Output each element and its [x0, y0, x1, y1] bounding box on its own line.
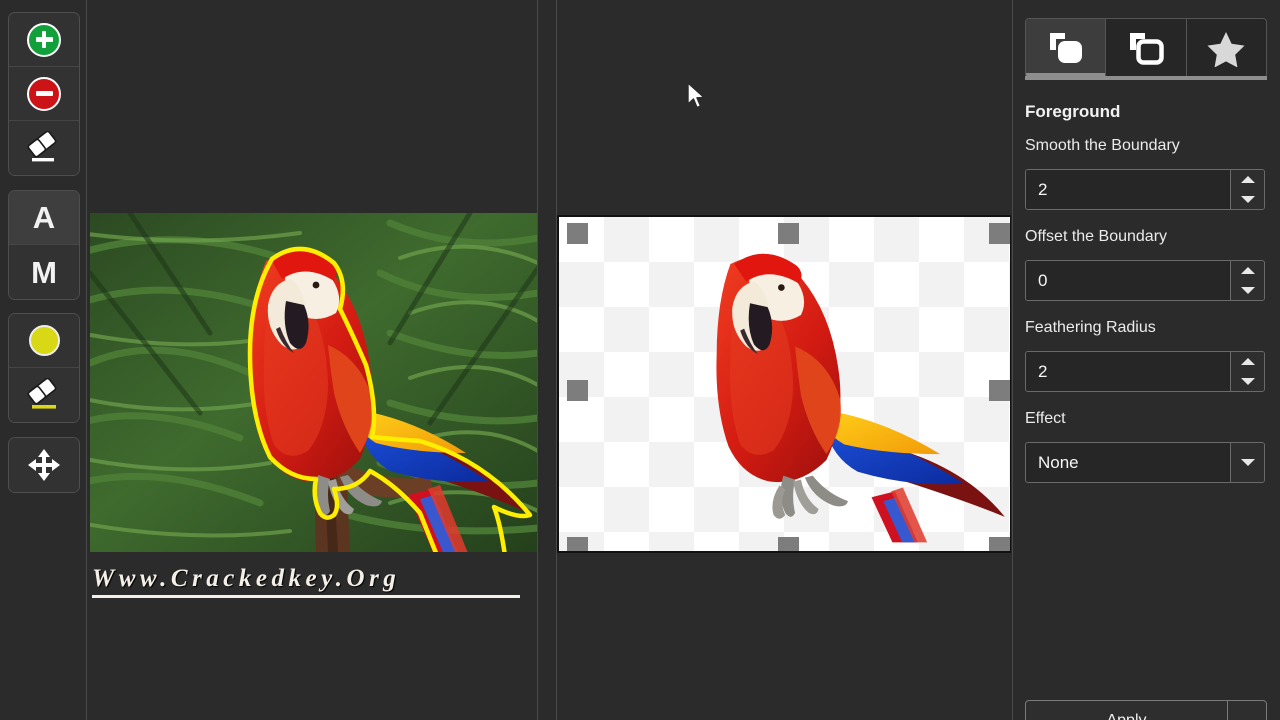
- apply-button[interactable]: Apply: [1026, 701, 1228, 720]
- source-image-canvas[interactable]: [90, 213, 537, 552]
- apply-button-row[interactable]: Apply: [1025, 700, 1267, 720]
- resize-handle-top-right[interactable]: [989, 223, 1010, 244]
- letter-a-icon: A: [32, 200, 56, 235]
- tab-foreground[interactable]: [1026, 19, 1107, 77]
- offset-the-boundary-input[interactable]: 0: [1026, 261, 1230, 300]
- chevron-down-icon: [1240, 459, 1255, 466]
- resize-handle-middle-left[interactable]: [567, 380, 588, 401]
- tab-background[interactable]: [1106, 19, 1187, 77]
- chevron-down-icon: [1240, 286, 1255, 294]
- offset-the-boundary-field[interactable]: 0: [1025, 260, 1265, 301]
- source-pane[interactable]: Www.Crackedkey.Org: [88, 0, 538, 720]
- cutout-preview-canvas[interactable]: [557, 215, 1011, 553]
- feathering-decrement-button[interactable]: [1231, 372, 1264, 392]
- offset-decrement-button[interactable]: [1231, 281, 1264, 301]
- brush-group: [8, 313, 80, 423]
- image-cutout-app: A M Www.Crackedkey.Org Foreground Smooth…: [0, 0, 1280, 720]
- offset-the-boundary-label: Offset the Boundary: [1025, 228, 1168, 245]
- smooth-the-boundary-input[interactable]: 2: [1026, 170, 1230, 209]
- effect-dropdown-toggle[interactable]: [1230, 443, 1264, 482]
- brush-eraser-button[interactable]: [9, 368, 79, 422]
- feathering-radius-input[interactable]: 2: [1026, 352, 1230, 391]
- watermark-text: Www.Crackedkey.Org: [92, 565, 520, 598]
- selection-group: [8, 12, 80, 176]
- smooth-the-boundary-label: Smooth the Boundary: [1025, 137, 1180, 154]
- resize-handle-top-left[interactable]: [567, 223, 588, 244]
- move-arrows-icon: [28, 449, 60, 481]
- feathering-increment-button[interactable]: [1231, 352, 1264, 372]
- effect-label: Effect: [1025, 410, 1066, 427]
- erase-selection-button[interactable]: [9, 121, 79, 175]
- letter-m-icon: M: [31, 254, 57, 290]
- eraser-icon: [27, 131, 57, 162]
- yellow-circle-icon: [28, 325, 60, 356]
- resize-handle-middle-right[interactable]: [989, 380, 1010, 401]
- chevron-up-icon: [1240, 358, 1255, 366]
- source-image: [90, 213, 537, 552]
- chevron-up-icon: [1240, 267, 1255, 275]
- active-tab-indicator: [1025, 76, 1267, 80]
- resize-handle-bottom-right[interactable]: [989, 537, 1010, 551]
- star-icon: [1207, 32, 1245, 67]
- effect-dropdown[interactable]: None: [1025, 442, 1265, 483]
- offset-increment-button[interactable]: [1231, 261, 1264, 281]
- feathering-radius-stepper: [1230, 352, 1264, 391]
- minus-circle-icon: [27, 76, 61, 111]
- layers-outline-icon: [1129, 33, 1164, 65]
- plus-circle-icon: [27, 22, 61, 57]
- layers-filled-icon: [1049, 33, 1082, 63]
- offset-the-boundary-stepper: [1230, 261, 1264, 300]
- left-toolbar: A M: [0, 0, 87, 720]
- feathering-radius-field[interactable]: 2: [1025, 351, 1265, 392]
- feathering-radius-label: Feathering Radius: [1025, 319, 1156, 336]
- chevron-down-icon: [1240, 377, 1255, 385]
- preview-pane[interactable]: [556, 0, 1011, 720]
- smooth-the-boundary-stepper: [1230, 170, 1264, 209]
- panel-section-title: Foreground: [1025, 102, 1121, 121]
- resize-handle-bottom-left[interactable]: [567, 537, 588, 551]
- effect-selected-value: None: [1038, 452, 1079, 472]
- mode-group: A M: [8, 190, 80, 300]
- subtract-selection-button[interactable]: [9, 67, 79, 121]
- smooth-decrement-button[interactable]: [1231, 190, 1264, 210]
- add-selection-button[interactable]: [9, 13, 79, 67]
- chevron-up-icon: [1240, 176, 1255, 184]
- pan-move-button[interactable]: [9, 438, 79, 492]
- manual-mode-button[interactable]: M: [9, 245, 79, 299]
- mouse-pointer: [687, 82, 705, 109]
- auto-mode-button[interactable]: A: [9, 191, 79, 245]
- apply-options-button[interactable]: [1228, 701, 1266, 720]
- cutout-image: [716, 253, 1005, 543]
- panel-tabs: [1025, 18, 1267, 78]
- chevron-down-icon: [1240, 195, 1255, 203]
- smooth-the-boundary-field[interactable]: 2: [1025, 169, 1265, 210]
- eraser-yellow-icon: [27, 378, 57, 409]
- resize-handle-bottom-center[interactable]: [778, 537, 799, 551]
- smooth-increment-button[interactable]: [1231, 170, 1264, 190]
- properties-panel: Foreground Smooth the Boundary 2 Offset …: [1012, 0, 1280, 720]
- brush-color-button[interactable]: [9, 314, 79, 368]
- tab-effects[interactable]: [1186, 19, 1266, 77]
- navigate-group: [8, 437, 80, 493]
- resize-handle-top-center[interactable]: [778, 223, 799, 244]
